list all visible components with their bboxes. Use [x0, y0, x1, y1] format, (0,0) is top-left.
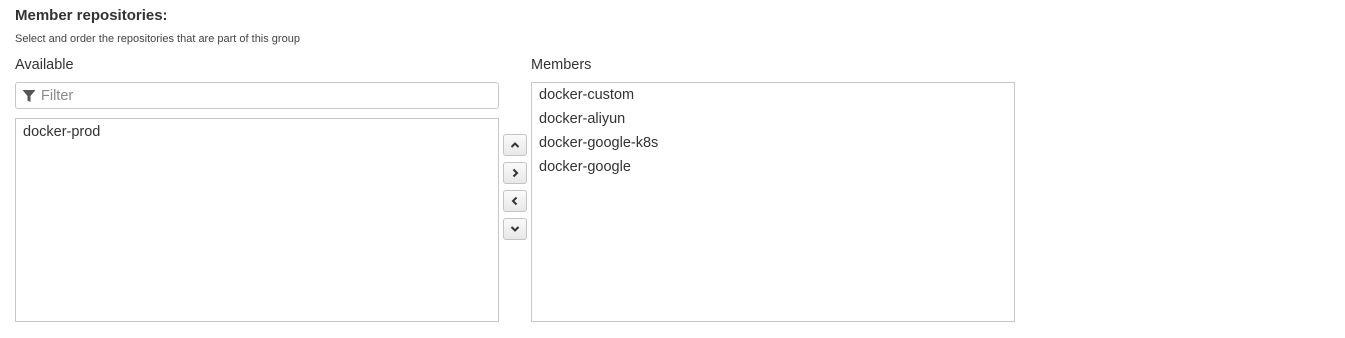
chevron-left-icon — [511, 196, 518, 206]
add-member-button[interactable] — [503, 162, 527, 184]
available-list[interactable]: docker-prod — [15, 118, 499, 322]
filter-field[interactable] — [15, 82, 499, 109]
section-title: Member repositories: — [15, 7, 168, 24]
move-buttons — [503, 134, 527, 246]
members-list[interactable]: docker-custom docker-aliyun docker-googl… — [531, 82, 1015, 322]
members-list-item[interactable]: docker-custom — [532, 83, 1014, 107]
member-repositories-panel: Member repositories: Select and order th… — [0, 0, 1345, 338]
section-description: Select and order the repositories that a… — [15, 33, 300, 45]
remove-member-button[interactable] — [503, 190, 527, 212]
members-label: Members — [531, 57, 592, 73]
filter-input[interactable] — [41, 83, 481, 108]
move-down-button[interactable] — [503, 218, 527, 240]
chevron-down-icon — [510, 226, 520, 232]
chevron-right-icon — [512, 168, 519, 178]
available-label: Available — [15, 57, 74, 73]
filter-icon — [21, 88, 37, 104]
members-list-item[interactable]: docker-google — [532, 155, 1014, 179]
members-list-item[interactable]: docker-google-k8s — [532, 131, 1014, 155]
chevron-up-icon — [510, 142, 520, 148]
move-up-button[interactable] — [503, 134, 527, 156]
available-list-item[interactable]: docker-prod — [16, 120, 498, 144]
members-list-item[interactable]: docker-aliyun — [532, 107, 1014, 131]
